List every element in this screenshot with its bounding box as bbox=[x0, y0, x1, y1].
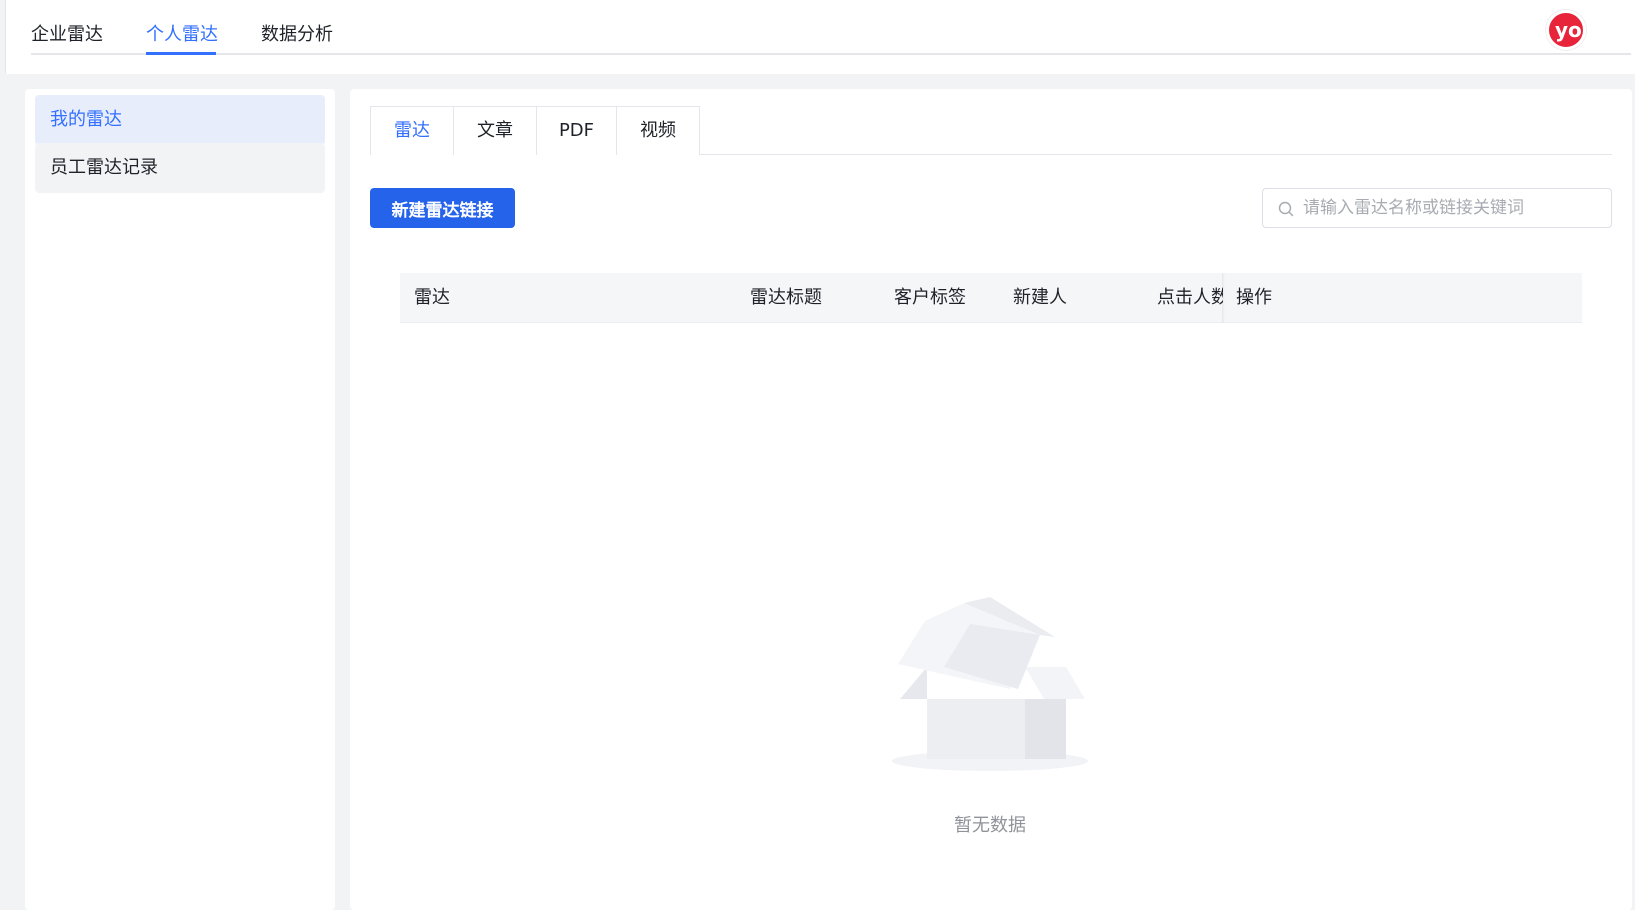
column-header-customer-tags[interactable]: 客户标签 bbox=[894, 273, 966, 323]
top-tab-enterprise-radar[interactable]: 企业雷达 bbox=[31, 20, 103, 46]
table-header: 雷达 雷达标题 客户标签 新建人 点击人数 操作 bbox=[400, 273, 1582, 323]
avatar[interactable]: yo bbox=[1546, 10, 1586, 50]
top-tab-data-analysis[interactable]: 数据分析 bbox=[261, 20, 333, 46]
new-radar-link-button[interactable]: 新建雷达链接 bbox=[370, 188, 515, 228]
column-header-radar-title[interactable]: 雷达标题 bbox=[750, 273, 822, 323]
tab-pdf[interactable]: PDF bbox=[536, 106, 617, 155]
empty-state: 暂无数据 bbox=[880, 549, 1100, 849]
top-bar: 企业雷达 个人雷达 数据分析 yo bbox=[5, 0, 1635, 74]
tab-radar[interactable]: 雷达 bbox=[370, 106, 454, 155]
column-header-creator[interactable]: 新建人 bbox=[1013, 273, 1067, 323]
empty-box-icon bbox=[892, 597, 1088, 771]
column-header-click-count[interactable]: 点击人数 bbox=[1157, 273, 1223, 323]
search-box bbox=[1262, 188, 1612, 228]
sidebar-item-employee-radar-records[interactable]: 员工雷达记录 bbox=[35, 143, 325, 193]
search-icon bbox=[1278, 201, 1294, 217]
fixed-column-shadow bbox=[1222, 273, 1225, 323]
tab-video[interactable]: 视频 bbox=[616, 106, 700, 155]
column-header-actions[interactable]: 操作 bbox=[1236, 273, 1272, 323]
column-header-radar[interactable]: 雷达 bbox=[414, 273, 450, 323]
content-tabs: 雷达 文章 PDF 视频 bbox=[370, 106, 1612, 155]
top-tab-personal-radar[interactable]: 个人雷达 bbox=[146, 20, 218, 46]
empty-state-text: 暂无数据 bbox=[954, 815, 1026, 836]
tab-article[interactable]: 文章 bbox=[453, 106, 537, 155]
main-panel: 雷达 文章 PDF 视频 新建雷达链接 雷达 雷达标题 客户标签 新建人 点击人… bbox=[350, 89, 1632, 910]
search-input[interactable] bbox=[1303, 189, 1603, 227]
top-nav: 企业雷达 个人雷达 数据分析 bbox=[31, 0, 1631, 55]
sidebar-item-my-radar[interactable]: 我的雷达 bbox=[35, 95, 325, 145]
sidebar: 我的雷达 员工雷达记录 bbox=[25, 89, 335, 910]
active-tab-indicator bbox=[146, 52, 216, 55]
